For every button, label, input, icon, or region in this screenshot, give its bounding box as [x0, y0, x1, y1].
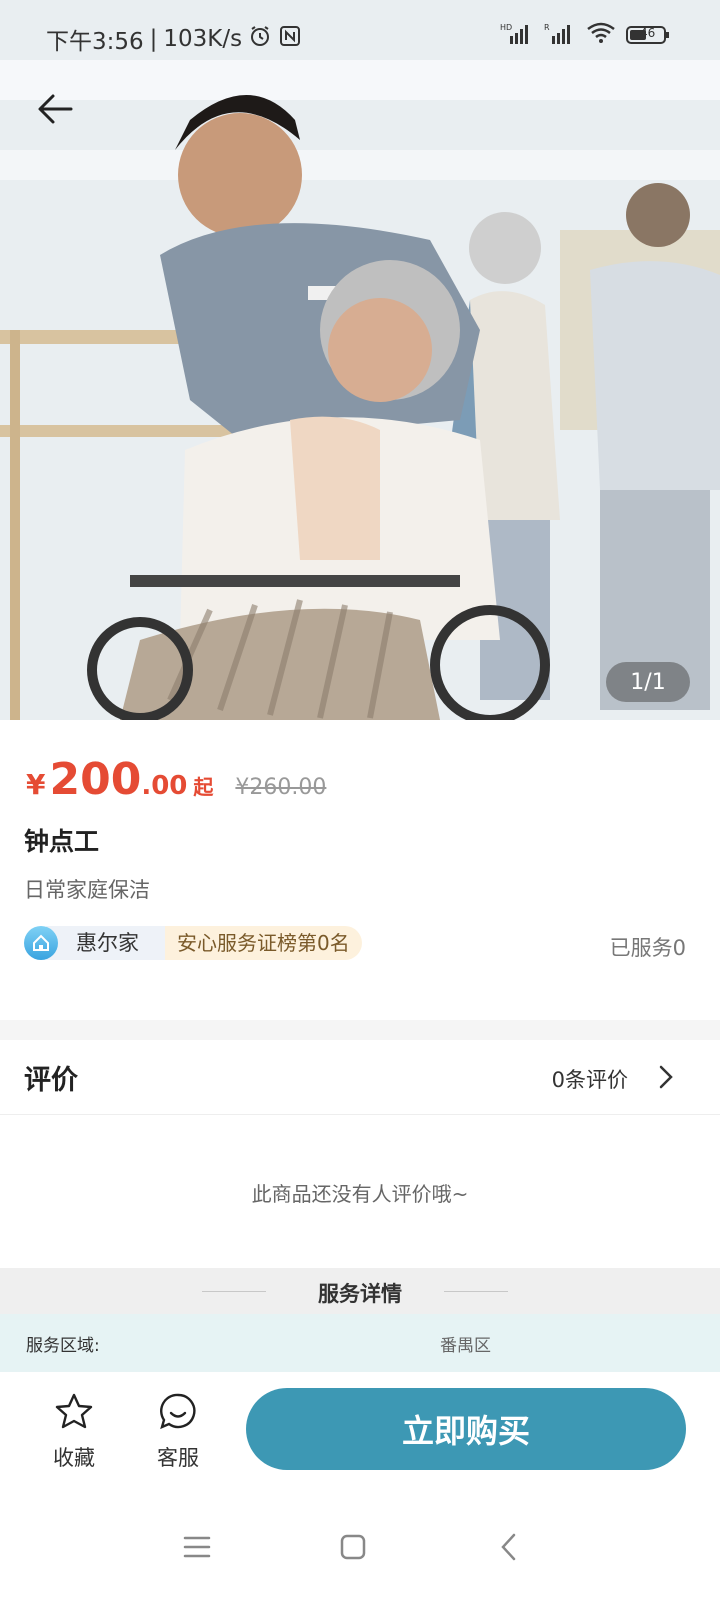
chevron-right-icon[interactable]	[656, 1064, 676, 1094]
price-integer: 200	[49, 754, 142, 805]
chat-icon	[160, 1393, 196, 1430]
price-row: ¥ 200 .00 起 ¥260.00	[26, 754, 326, 805]
back-button[interactable]	[30, 84, 80, 134]
nfc-icon	[278, 24, 302, 54]
hd-signal-icon: HD	[500, 22, 534, 48]
customer-service-label: 客服	[157, 1446, 199, 1470]
square-icon	[340, 1534, 366, 1560]
price-decimal: .00	[141, 771, 188, 801]
status-time: 下午3:56	[46, 29, 144, 55]
reviews-title: 评价	[24, 1065, 78, 1096]
customer-service-button[interactable]: 客服	[138, 1392, 218, 1472]
menu-nav-button[interactable]	[172, 1522, 222, 1572]
product-subtitle: 日常家庭保洁	[24, 878, 150, 902]
r-signal-icon: R	[544, 22, 576, 48]
back-nav-button[interactable]	[484, 1522, 534, 1572]
image-counter: 1/1	[606, 662, 690, 702]
home-icon	[24, 926, 58, 960]
shop-name[interactable]: 惠尔家	[46, 926, 165, 960]
battery-level: 46	[640, 26, 656, 40]
service-area-row: 服务区域: 番禺区	[0, 1314, 720, 1372]
menu-icon	[183, 1536, 211, 1558]
status-net-speed: 103K/s	[163, 26, 243, 52]
buy-now-button[interactable]: 立即购买	[246, 1388, 686, 1470]
status-bar: 下午3:56 | 103K/s HD R 46	[0, 0, 720, 78]
svg-text:HD: HD	[500, 23, 512, 32]
status-separator: |	[149, 26, 158, 52]
system-nav-bar	[0, 1492, 720, 1600]
product-title: 钟点工	[24, 827, 100, 856]
reviews-header[interactable]: 评价 0条评价	[0, 1040, 720, 1115]
wifi-icon	[586, 22, 616, 48]
original-price: ¥260.00	[235, 775, 327, 800]
product-info: ¥ 200 .00 起 ¥260.00 钟点工 日常家庭保洁 惠尔家 安心服务证…	[0, 720, 720, 1020]
price-currency: ¥	[26, 768, 46, 801]
arrow-left-icon	[38, 94, 73, 124]
reviews-count[interactable]: 0条评价	[552, 1064, 628, 1094]
service-details-header: 服务详情	[0, 1268, 720, 1314]
service-details-title: 服务详情	[318, 1282, 402, 1306]
shop-rank-badge: 安心服务证榜第0名	[165, 926, 362, 960]
bottom-action-bar: 收藏 客服 立即购买	[0, 1372, 720, 1492]
reviews-section: 评价 0条评价 此商品还没有人评价哦~	[0, 1040, 720, 1268]
alarm-icon	[248, 24, 272, 54]
service-area-label: 服务区域:	[26, 1336, 100, 1356]
status-left: 下午3:56 | 103K/s	[46, 22, 302, 56]
reviews-empty-text: 此商品还没有人评价哦~	[251, 1182, 469, 1206]
svg-text:R: R	[544, 23, 550, 32]
chevron-left-icon	[501, 1533, 516, 1561]
favorite-button[interactable]: 收藏	[34, 1392, 114, 1472]
shop-row[interactable]: 惠尔家 安心服务证榜第0名	[24, 926, 362, 960]
product-photo	[0, 0, 720, 720]
favorite-label: 收藏	[53, 1446, 95, 1470]
product-image[interactable]: 下午3:56 | 103K/s HD R 46 1/1	[0, 0, 720, 720]
home-nav-button[interactable]	[328, 1522, 378, 1572]
price-suffix: 起	[193, 775, 214, 799]
service-area-value: 番禺区	[440, 1336, 491, 1356]
divider-right	[444, 1291, 508, 1292]
served-count: 已服务0	[609, 936, 686, 960]
star-icon	[55, 1393, 93, 1429]
battery-icon: 46	[626, 25, 670, 45]
status-right: HD R 46	[500, 22, 670, 48]
